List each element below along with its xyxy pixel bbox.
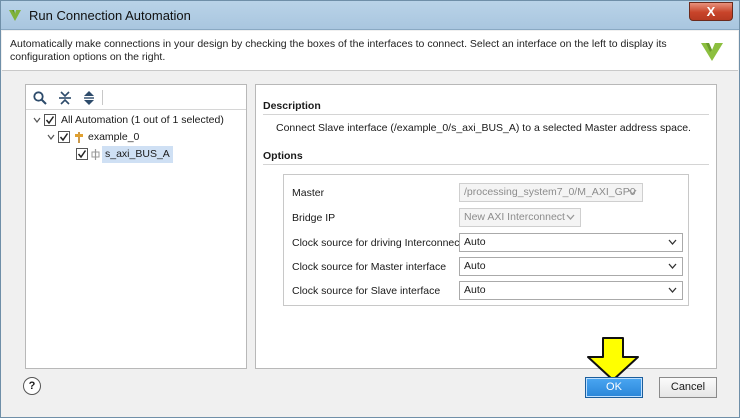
options-section-title: Options <box>263 150 303 162</box>
chevron-down-icon <box>668 239 677 245</box>
master-select[interactable]: /processing_system7_0/M_AXI_GP0 <box>459 183 643 202</box>
dialog-header: Automatically make connections in your d… <box>2 31 738 71</box>
ip-block-icon <box>75 132 83 143</box>
ok-button[interactable]: OK <box>585 377 643 398</box>
interconnect-clock-select[interactable]: Auto <box>459 233 683 252</box>
options-box: Master /processing_system7_0/M_AXI_GP0 B… <box>283 174 689 306</box>
description-divider <box>263 114 709 115</box>
chevron-down-icon[interactable] <box>46 129 56 146</box>
master-select-value: /processing_system7_0/M_AXI_GP0 <box>464 186 636 198</box>
tree-label-example-0: example_0 <box>88 131 140 143</box>
description-text: Connect Slave interface (/example_0/s_ax… <box>276 122 691 134</box>
cancel-button[interactable]: Cancel <box>659 377 717 398</box>
expand-all-icon[interactable] <box>81 90 97 106</box>
search-icon[interactable] <box>32 90 48 106</box>
chevron-down-icon[interactable] <box>32 112 42 129</box>
title-bar[interactable]: Run Connection Automation X <box>1 1 739 30</box>
toolbar-separator <box>102 90 103 105</box>
option-label-interconnect-clock: Clock source for driving Interconnect IP <box>292 237 476 249</box>
chevron-down-icon <box>668 287 677 293</box>
example-0-checkbox[interactable] <box>58 131 70 143</box>
interconnect-clock-select-value: Auto <box>464 236 486 248</box>
option-label-master: Master <box>292 187 325 199</box>
description-section-title: Description <box>263 100 321 112</box>
all-automation-checkbox[interactable] <box>44 114 56 126</box>
option-label-master-clock: Clock source for Master interface <box>292 261 447 273</box>
option-label-bridge-ip: Bridge IP <box>292 212 336 224</box>
interface-tree-panel: All Automation (1 out of 1 selected) exa… <box>25 84 247 369</box>
master-clock-select-value: Auto <box>464 260 486 272</box>
chevron-down-icon <box>668 263 677 269</box>
xilinx-logo-icon <box>701 43 723 61</box>
dialog-window: Run Connection Automation X Automaticall… <box>0 0 740 418</box>
slave-clock-select[interactable]: Auto <box>459 281 683 300</box>
slave-clock-select-value: Auto <box>464 284 486 296</box>
help-button[interactable]: ? <box>23 377 41 395</box>
master-clock-select[interactable]: Auto <box>459 257 683 276</box>
bridge-ip-select[interactable]: New AXI Interconnect <box>459 208 581 227</box>
close-button[interactable]: X <box>689 2 733 21</box>
vivado-logo-icon <box>9 10 21 21</box>
option-label-slave-clock: Clock source for Slave interface <box>292 285 441 297</box>
options-divider <box>263 164 709 165</box>
chevron-down-icon <box>566 214 575 220</box>
tree-label-s-axi-bus-a: s_axi_BUS_A <box>102 146 173 163</box>
yellow-arrow-annotation-icon <box>587 337 639 381</box>
chevron-down-icon <box>628 189 637 195</box>
tree-label-all-automation: All Automation (1 out of 1 selected) <box>61 114 224 126</box>
interface-pin-icon <box>91 149 100 160</box>
collapse-all-icon[interactable] <box>57 90 73 106</box>
s-axi-bus-a-checkbox[interactable] <box>76 148 88 160</box>
tree-toolbar <box>26 85 246 110</box>
bridge-ip-select-value: New AXI Interconnect <box>464 211 565 223</box>
header-description: Automatically make connections in your d… <box>10 38 667 63</box>
window-title: Run Connection Automation <box>29 8 191 23</box>
configuration-panel: Description Connect Slave interface (/ex… <box>255 84 717 369</box>
